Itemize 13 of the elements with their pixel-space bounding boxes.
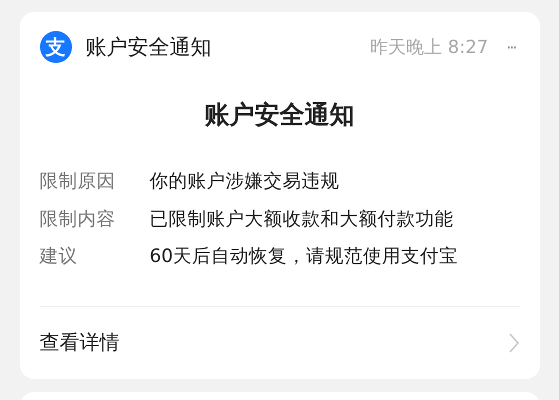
message-heading: 账户安全通知 — [204, 99, 356, 131]
field-value: 60天后自动恢复，请规范使用支付宝 — [150, 245, 458, 269]
field-label: 建议 — [40, 245, 78, 269]
app-logo-icon: 支 — [40, 31, 72, 63]
chevron-right-icon — [508, 332, 520, 354]
field-value: 你的账户涉嫌交易违规 — [150, 170, 340, 194]
field-label: 限制内容 — [40, 208, 116, 232]
more-button[interactable]: ··· — [506, 38, 516, 56]
notification-title: 账户安全通知 — [86, 34, 212, 61]
view-details-link[interactable]: 查看详情 — [40, 306, 520, 378]
notification-time: 昨天晚上 8:27 — [370, 36, 488, 59]
field-label: 限制原因 — [40, 170, 116, 194]
field-value: 已限制账户大额收款和大额付款功能 — [150, 208, 454, 232]
